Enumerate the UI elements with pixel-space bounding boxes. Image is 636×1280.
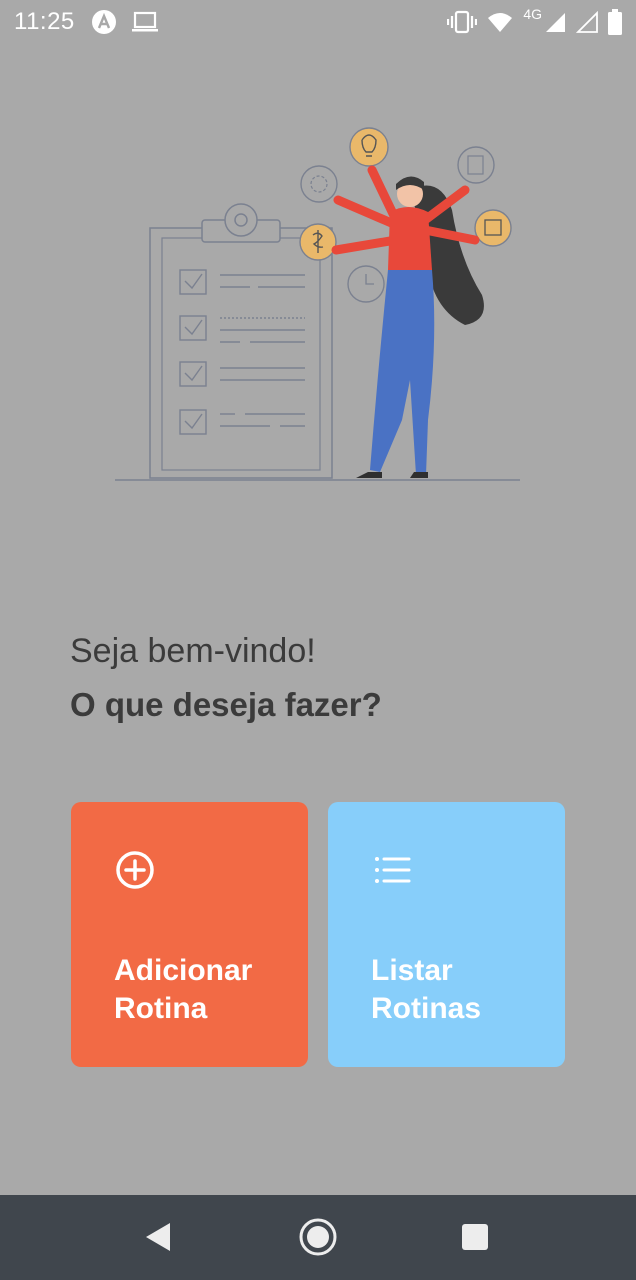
routine-illustration — [115, 127, 520, 481]
add-routine-label-line1: Adicionar — [114, 954, 253, 987]
list-routines-label: Listar Rotinas — [371, 952, 551, 1028]
question-heading: O que deseja fazer? — [70, 686, 382, 723]
recents-icon — [462, 1224, 488, 1250]
status-bar: 11:25 4G — [0, 0, 636, 44]
laptop-icon — [131, 11, 158, 32]
list-routines-button[interactable]: Listar Rotinas — [328, 802, 565, 1067]
add-routine-label-line2: Rotina — [114, 992, 208, 1025]
status-right-icons: 4G — [447, 6, 622, 35]
vibrate-icon — [447, 10, 478, 34]
network-label: 4G — [523, 6, 542, 22]
signal-empty-icon — [576, 11, 598, 33]
back-button[interactable] — [138, 1217, 178, 1257]
battery-icon — [608, 9, 622, 35]
recents-button[interactable] — [455, 1217, 495, 1257]
navigation-bar — [0, 1195, 636, 1280]
list-icon — [375, 857, 411, 883]
status-time: 11:25 — [14, 8, 75, 35]
signal-icon — [546, 13, 565, 32]
home-button[interactable] — [298, 1217, 338, 1257]
greeting-text: Seja bem-vindo! — [70, 632, 316, 670]
wifi-icon — [488, 13, 513, 32]
plus-circle-icon — [116, 851, 154, 889]
screen: 11:25 4G Seja bem-vindo! O que deseja fa… — [0, 0, 636, 1280]
status-left-icons — [91, 9, 159, 35]
back-icon — [146, 1223, 170, 1251]
add-routine-label: Adicionar Rotina — [114, 952, 294, 1028]
app-a-icon — [91, 10, 116, 34]
add-routine-button[interactable]: Adicionar Rotina — [71, 802, 308, 1067]
list-routines-label-line2: Rotinas — [371, 992, 482, 1025]
home-icon — [299, 1218, 337, 1256]
list-routines-label-line1: Listar — [371, 954, 453, 987]
